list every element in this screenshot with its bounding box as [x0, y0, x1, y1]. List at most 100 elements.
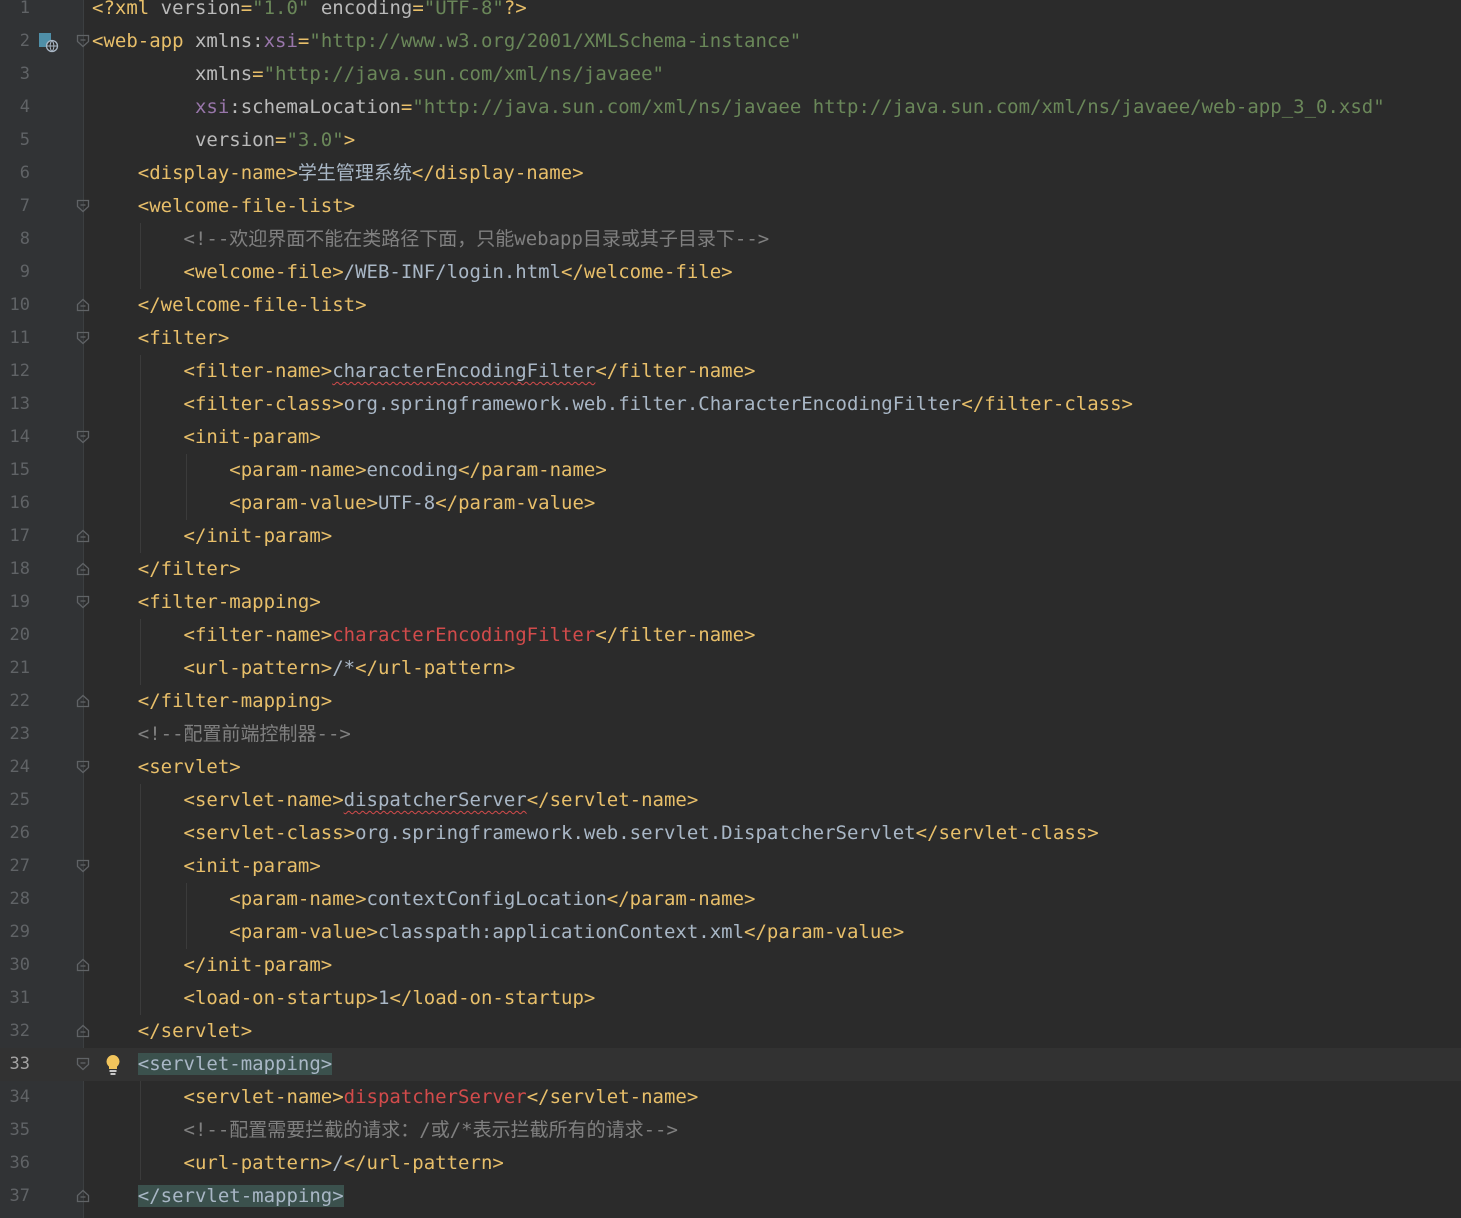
- code-line[interactable]: 34 <servlet-name>dispatcherServer</servl…: [0, 1081, 1461, 1114]
- code-text[interactable]: xsi:schemaLocation="http://java.sun.com/…: [92, 91, 1385, 124]
- line-number[interactable]: 21: [0, 652, 30, 685]
- code-line[interactable]: 3 xmlns="http://java.sun.com/xml/ns/java…: [0, 58, 1461, 91]
- line-number[interactable]: 35: [0, 1114, 30, 1147]
- code-text[interactable]: </init-param>: [92, 520, 333, 553]
- code-line[interactable]: 24 <servlet>: [0, 751, 1461, 784]
- code-text[interactable]: <param-value>classpath:applicationContex…: [92, 916, 904, 949]
- line-number[interactable]: 7: [0, 190, 30, 223]
- line-number[interactable]: 18: [0, 553, 30, 586]
- line-number[interactable]: 16: [0, 487, 30, 520]
- line-number[interactable]: 5: [0, 124, 30, 157]
- code-line[interactable]: 37 </servlet-mapping>: [0, 1180, 1461, 1213]
- code-line[interactable]: 8 <!--欢迎界面不能在类路径下面，只能webapp目录或其子目录下-->: [0, 223, 1461, 256]
- code-line[interactable]: 18 </filter>: [0, 553, 1461, 586]
- code-text[interactable]: <url-pattern>/</url-pattern>: [92, 1147, 504, 1180]
- fold-collapse-icon[interactable]: [76, 595, 90, 609]
- line-number[interactable]: 28: [0, 883, 30, 916]
- code-line[interactable]: 10 </welcome-file-list>: [0, 289, 1461, 322]
- code-line[interactable]: 27 <init-param>: [0, 850, 1461, 883]
- code-text[interactable]: <load-on-startup>1</load-on-startup>: [92, 982, 596, 1015]
- code-line[interactable]: 1 <?xml version="1.0" encoding="UTF-8"?>: [0, 0, 1461, 25]
- code-text[interactable]: <welcome-file-list>: [92, 190, 355, 223]
- code-text[interactable]: </filter-mapping>: [92, 685, 332, 718]
- code-line[interactable]: 26 <servlet-class>org.springframework.we…: [0, 817, 1461, 850]
- line-number[interactable]: 2: [0, 25, 30, 58]
- code-text[interactable]: </init-param>: [92, 949, 333, 982]
- code-line[interactable]: 9 <welcome-file>/WEB-INF/login.html</wel…: [0, 256, 1461, 289]
- code-text[interactable]: <filter-name>characterEncodingFilter</fi…: [92, 355, 756, 388]
- fold-collapse-icon[interactable]: [76, 859, 90, 873]
- line-number[interactable]: 6: [0, 157, 30, 190]
- line-number[interactable]: 12: [0, 355, 30, 388]
- fold-collapse-icon[interactable]: [76, 331, 90, 345]
- code-text[interactable]: <filter-class>org.springframework.web.fi…: [92, 388, 1133, 421]
- code-line[interactable]: 19 <filter-mapping>: [0, 586, 1461, 619]
- code-text[interactable]: <servlet-name>dispatcherServer</servlet-…: [92, 784, 699, 817]
- line-number[interactable]: 24: [0, 751, 30, 784]
- fold-end-icon[interactable]: [76, 562, 90, 576]
- code-line[interactable]: 4 xsi:schemaLocation="http://java.sun.co…: [0, 91, 1461, 124]
- code-text[interactable]: <filter-mapping>: [92, 586, 321, 619]
- line-number[interactable]: 27: [0, 850, 30, 883]
- line-number[interactable]: 4: [0, 91, 30, 124]
- code-text[interactable]: version="3.0">: [92, 124, 355, 157]
- code-line[interactable]: 25 <servlet-name>dispatcherServer</servl…: [0, 784, 1461, 817]
- code-text[interactable]: <filter-name>characterEncodingFilter</fi…: [92, 619, 756, 652]
- code-line[interactable]: 7 <welcome-file-list>: [0, 190, 1461, 223]
- line-number[interactable]: 11: [0, 322, 30, 355]
- line-number[interactable]: 8: [0, 223, 30, 256]
- code-text[interactable]: <servlet-name>dispatcherServer</servlet-…: [92, 1081, 699, 1114]
- code-line[interactable]: 23 <!--配置前端控制器-->: [0, 718, 1461, 751]
- line-number[interactable]: 9: [0, 256, 30, 289]
- fold-collapse-icon[interactable]: [76, 1057, 90, 1071]
- code-line[interactable]: 17 </init-param>: [0, 520, 1461, 553]
- code-text[interactable]: <servlet-class>org.springframework.web.s…: [92, 817, 1099, 850]
- code-line[interactable]: 31 <load-on-startup>1</load-on-startup>: [0, 982, 1461, 1015]
- line-number[interactable]: 26: [0, 817, 30, 850]
- code-line[interactable]: 2 <web-app xmlns:xsi="http://www.w3.org/2…: [0, 25, 1461, 58]
- code-text[interactable]: <welcome-file>/WEB-INF/login.html</welco…: [92, 256, 733, 289]
- fold-end-icon[interactable]: [76, 1189, 90, 1203]
- code-line[interactable]: 14 <init-param>: [0, 421, 1461, 454]
- line-number[interactable]: 20: [0, 619, 30, 652]
- line-number[interactable]: 37: [0, 1180, 30, 1213]
- code-text[interactable]: <servlet-mapping>: [92, 1048, 333, 1081]
- code-line[interactable]: 35 <!--配置需要拦截的请求：/或/*表示拦截所有的请求-->: [0, 1114, 1461, 1147]
- code-text[interactable]: <url-pattern>/*</url-pattern>: [92, 652, 516, 685]
- line-number[interactable]: 22: [0, 685, 30, 718]
- code-line[interactable]: 36 <url-pattern>/</url-pattern>: [0, 1147, 1461, 1180]
- line-number[interactable]: 15: [0, 454, 30, 487]
- fold-end-icon[interactable]: [76, 298, 90, 312]
- code-line[interactable]: 21 <url-pattern>/*</url-pattern>: [0, 652, 1461, 685]
- code-text[interactable]: <init-param>: [92, 850, 321, 883]
- line-number[interactable]: 36: [0, 1147, 30, 1180]
- fold-end-icon[interactable]: [76, 958, 90, 972]
- code-text[interactable]: <display-name>学生管理系统</display-name>: [92, 157, 584, 190]
- code-text[interactable]: <init-param>: [92, 421, 321, 454]
- line-number[interactable]: 32: [0, 1015, 30, 1048]
- line-number[interactable]: 1: [0, 0, 30, 25]
- code-text[interactable]: <!--配置前端控制器-->: [92, 718, 351, 751]
- code-line[interactable]: 29 <param-value>classpath:applicationCon…: [0, 916, 1461, 949]
- code-text[interactable]: <param-name>encoding</param-name>: [92, 454, 607, 487]
- fold-collapse-icon[interactable]: [76, 760, 90, 774]
- code-text[interactable]: <param-value>UTF-8</param-value>: [92, 487, 595, 520]
- code-line[interactable]: 12 <filter-name>characterEncodingFilter<…: [0, 355, 1461, 388]
- code-line[interactable]: 20 <filter-name>characterEncodingFilter<…: [0, 619, 1461, 652]
- code-text[interactable]: <filter>: [92, 322, 230, 355]
- code-line[interactable]: 15 <param-name>encoding</param-name>: [0, 454, 1461, 487]
- line-number[interactable]: 3: [0, 58, 30, 91]
- line-number[interactable]: 23: [0, 718, 30, 751]
- code-text[interactable]: <param-name>contextConfigLocation</param…: [92, 883, 755, 916]
- line-number[interactable]: 10: [0, 289, 30, 322]
- code-line[interactable]: 33 <servlet-mapping>: [0, 1048, 1461, 1081]
- code-text[interactable]: <web-app xmlns:xsi="http://www.w3.org/20…: [92, 25, 801, 58]
- code-text[interactable]: </filter>: [92, 553, 241, 586]
- code-text[interactable]: xmlns="http://java.sun.com/xml/ns/javaee…: [92, 58, 664, 91]
- line-number[interactable]: 17: [0, 520, 30, 553]
- line-number[interactable]: 30: [0, 949, 30, 982]
- line-number[interactable]: 33: [0, 1048, 30, 1081]
- code-line[interactable]: 6 <display-name>学生管理系统</display-name>: [0, 157, 1461, 190]
- fold-end-icon[interactable]: [76, 1024, 90, 1038]
- code-line[interactable]: 13 <filter-class>org.springframework.web…: [0, 388, 1461, 421]
